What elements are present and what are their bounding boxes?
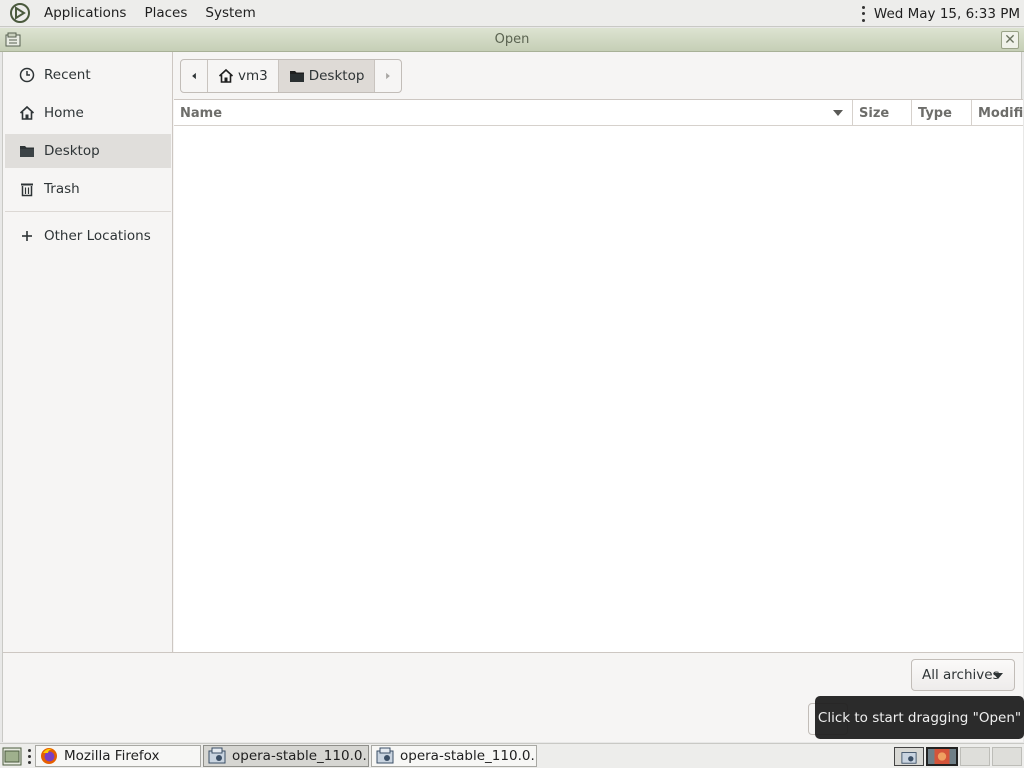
path-segment-label: vm3: [238, 68, 268, 84]
sidebar-item-desktop[interactable]: Desktop: [5, 134, 171, 168]
menu-applications[interactable]: Applications: [35, 0, 135, 26]
taskbar-item-opera-2[interactable]: opera-stable_110.0....: [371, 745, 537, 767]
workspace-1[interactable]: [894, 747, 924, 766]
taskbar-item-label: opera-stable_110.0....: [400, 748, 537, 764]
window-menu-icon[interactable]: [5, 32, 21, 48]
clock-icon: [19, 67, 35, 83]
sidebar-item-label: Desktop: [44, 143, 100, 159]
close-window-button[interactable]: ✕: [1001, 31, 1019, 49]
chevron-right-icon: [386, 72, 391, 80]
close-icon: ✕: [1004, 32, 1016, 48]
package-icon: [901, 752, 917, 764]
firefox-icon: [41, 748, 57, 764]
show-desktop-icon[interactable]: [2, 747, 22, 766]
taskbar-item-label: opera-stable_110.0....: [232, 748, 369, 764]
path-forward-button[interactable]: [375, 60, 401, 92]
plus-icon: [22, 231, 32, 241]
taskbar-item-opera-1[interactable]: opera-stable_110.0....: [203, 745, 369, 767]
taskbar-item-label: Mozilla Firefox: [64, 748, 160, 764]
workspace-4[interactable]: [992, 747, 1022, 766]
folder-icon: [289, 71, 304, 82]
taskbar-item-firefox[interactable]: Mozilla Firefox: [35, 745, 201, 767]
sidebar-item-home[interactable]: Home: [5, 96, 171, 130]
path-back-button[interactable]: [181, 60, 208, 92]
chevron-down-icon: [993, 673, 1003, 679]
path-segment-home[interactable]: vm3: [208, 60, 279, 92]
workspace-2[interactable]: [926, 747, 958, 766]
sidebar-item-label: Home: [44, 105, 84, 121]
sidebar-item-label: Trash: [44, 181, 80, 197]
column-header-type[interactable]: Type: [911, 100, 971, 126]
column-label: Name: [180, 105, 223, 121]
sidebar-separator: [5, 211, 171, 212]
column-label: Size: [859, 105, 890, 121]
taskbar-handle-icon[interactable]: [28, 749, 32, 764]
sidebar-item-recent[interactable]: Recent: [5, 58, 171, 92]
menu-places[interactable]: Places: [135, 0, 196, 26]
applications-logo-icon[interactable]: [10, 3, 30, 23]
panel-handle-icon[interactable]: [861, 5, 866, 22]
column-label: Type: [918, 105, 952, 121]
path-bar: vm3 Desktop: [180, 59, 403, 93]
path-segment-desktop[interactable]: Desktop: [278, 60, 376, 92]
window-titlebar[interactable]: Open ✕: [0, 28, 1024, 52]
column-label: Modified: [978, 105, 1023, 121]
sidebar-item-other-locations[interactable]: Other Locations: [5, 219, 171, 253]
sidebar-item-label: Other Locations: [44, 228, 151, 244]
tooltip-text: Click to start dragging "Open": [817, 709, 1022, 726]
firefox-icon: [934, 749, 950, 764]
home-icon: [218, 68, 234, 83]
chevron-left-icon: [192, 72, 196, 80]
sort-descending-icon: [833, 110, 843, 116]
sidebar-item-label: Recent: [44, 67, 91, 83]
package-icon: [376, 747, 394, 764]
sidebar-item-trash[interactable]: Trash: [5, 172, 171, 206]
column-header-name[interactable]: Name: [174, 100, 851, 126]
bottom-taskbar: Mozilla Firefox opera-stable_110.0.... o…: [0, 743, 1024, 768]
workspace-3[interactable]: [960, 747, 990, 766]
places-sidebar: Recent Home Desktop Trash Other Location…: [3, 52, 173, 652]
drag-tooltip: Click to start dragging "Open": [815, 696, 1024, 739]
file-list[interactable]: Name Size Type Modified: [174, 99, 1023, 652]
top-panel: Applications Places System Wed May 15, 6…: [0, 0, 1024, 27]
file-chooser-dialog: Recent Home Desktop Trash Other Location…: [2, 52, 1023, 742]
menu-system[interactable]: System: [196, 0, 264, 26]
clock-datetime[interactable]: Wed May 15, 6:33 PM: [874, 6, 1020, 22]
column-header-modified[interactable]: Modified: [971, 100, 1023, 126]
home-icon: [19, 105, 35, 120]
window-title: Open: [494, 32, 530, 47]
file-list-header: Name Size Type Modified: [174, 100, 1023, 126]
file-filter-label: All archives: [922, 667, 1000, 683]
trash-icon: [21, 183, 33, 197]
package-icon: [208, 747, 226, 764]
path-segment-label: Desktop: [308, 68, 365, 84]
column-header-size[interactable]: Size: [852, 100, 910, 126]
file-filter-dropdown[interactable]: All archives: [911, 659, 1015, 691]
folder-icon: [20, 146, 34, 157]
